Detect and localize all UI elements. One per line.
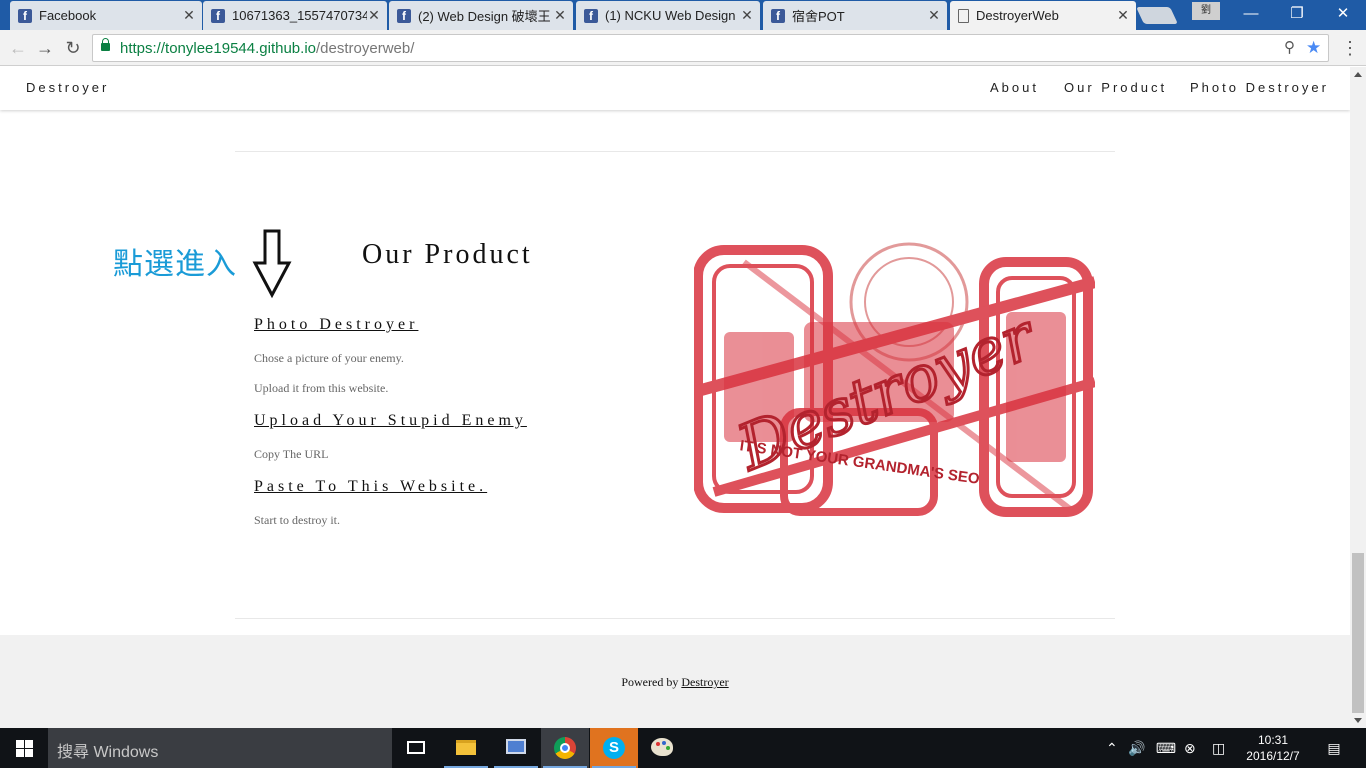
minimize-icon[interactable]: — bbox=[1228, 0, 1274, 28]
tab-title: 10671363_15574707346 bbox=[232, 8, 367, 23]
action-center-icon[interactable]: ▤ bbox=[1324, 740, 1344, 756]
product-description: Copy The URL bbox=[254, 447, 329, 461]
close-tab-icon[interactable]: ✕ bbox=[182, 7, 196, 24]
footer-prefix: Powered by bbox=[621, 675, 682, 689]
volume-icon[interactable]: 🔊 bbox=[1128, 740, 1145, 756]
footer-link[interactable]: Destroyer bbox=[681, 675, 728, 689]
browser-toolbar: ← → ↻ https://tonylee19544.github.io/des… bbox=[0, 30, 1366, 66]
file-explorer-button[interactable] bbox=[442, 728, 490, 768]
product-description: Chose a picture of your enemy. bbox=[254, 351, 404, 365]
start-button[interactable] bbox=[0, 728, 48, 768]
close-tab-icon[interactable]: ✕ bbox=[1116, 7, 1130, 24]
bookmark-star-icon[interactable]: ★ bbox=[1306, 38, 1321, 58]
browser-tab-active[interactable]: DestroyerWeb ✕ bbox=[950, 1, 1136, 30]
tab-title: (1) NCKU Web Design bbox=[605, 8, 736, 23]
down-arrow-icon bbox=[252, 229, 292, 299]
windows-logo-icon bbox=[16, 749, 24, 757]
windows-logo-icon bbox=[25, 740, 33, 748]
folder-icon bbox=[456, 740, 476, 755]
nav-link-photo-destroyer[interactable]: Photo Destroyer bbox=[1190, 80, 1329, 95]
tab-title: 宿舍POT bbox=[792, 9, 845, 24]
scroll-up-icon[interactable] bbox=[1354, 72, 1362, 77]
close-tab-icon[interactable]: ✕ bbox=[553, 7, 567, 24]
chrome-button[interactable] bbox=[541, 728, 589, 768]
section-title: Our Product bbox=[362, 239, 533, 270]
page-scrollbar[interactable] bbox=[1350, 67, 1366, 728]
system-clock[interactable]: 10:31 2016/12/7 bbox=[1238, 732, 1308, 764]
facebook-icon: f bbox=[397, 8, 411, 23]
clock-date: 2016/12/7 bbox=[1246, 749, 1300, 763]
browser-tab[interactable]: f 10671363_15574707346 ✕ bbox=[203, 1, 387, 30]
network-app-button[interactable] bbox=[492, 728, 540, 768]
show-hidden-icons-chevron-icon[interactable]: ⌃ bbox=[1106, 740, 1118, 756]
scroll-down-icon[interactable] bbox=[1354, 718, 1362, 723]
address-bar[interactable]: https://tonylee19544.github.io/destroyer… bbox=[92, 34, 1329, 62]
browser-tab-strip: f Facebook ✕ f 10671363_15574707346 ✕ f … bbox=[0, 0, 1366, 30]
windows-logo-icon bbox=[16, 740, 24, 748]
product-heading-photo-destroyer[interactable]: Photo Destroyer bbox=[254, 316, 418, 334]
divider bbox=[235, 618, 1115, 619]
task-view-icon bbox=[407, 741, 425, 754]
footer-credit: Powered by Destroyer bbox=[0, 675, 1350, 690]
nav-link-about[interactable]: About bbox=[990, 80, 1039, 95]
new-tab-button[interactable] bbox=[1136, 7, 1178, 24]
back-icon[interactable]: ← bbox=[7, 37, 29, 59]
zoom-icon[interactable]: ⚲ bbox=[1284, 38, 1295, 58]
network-error-icon[interactable]: ⊗ bbox=[1184, 740, 1196, 756]
tab-title: Facebook bbox=[39, 8, 97, 23]
taskbar-search-box[interactable]: 搜尋 Windows bbox=[48, 728, 392, 768]
facebook-icon: f bbox=[771, 8, 785, 23]
product-description: Upload it from this website. bbox=[254, 381, 389, 395]
restore-icon[interactable]: ❐ bbox=[1274, 0, 1320, 28]
close-window-icon[interactable]: ✕ bbox=[1320, 0, 1366, 28]
nav-link-our-product[interactable]: Our Product bbox=[1064, 80, 1167, 95]
browser-tab[interactable]: f (1) NCKU Web Design ✕ bbox=[576, 1, 760, 30]
url-text: https://tonylee19544.github.io/destroyer… bbox=[120, 40, 415, 57]
input-method-icon[interactable]: ◫ bbox=[1212, 740, 1225, 756]
windows-taskbar: 搜尋 Windows S ⌃ 🔊 ⌨ ⊗ ◫ 10:31 2016/12/7 ▤ bbox=[0, 728, 1366, 768]
product-heading-paste[interactable]: Paste To This Website. bbox=[254, 478, 487, 496]
destroyer-stamp-image: Destroyer IT'S NOT YOUR GRANDMA'S SEO bbox=[694, 242, 1095, 517]
facebook-icon: f bbox=[18, 8, 32, 23]
skype-icon: S bbox=[603, 737, 625, 759]
facebook-icon: f bbox=[584, 8, 598, 23]
paint-button[interactable] bbox=[638, 728, 686, 768]
windows-logo-icon bbox=[25, 749, 33, 757]
browser-tab[interactable]: f Facebook ✕ bbox=[10, 1, 202, 30]
tab-title: DestroyerWeb bbox=[976, 8, 1059, 23]
product-description: Start to destroy it. bbox=[254, 513, 340, 527]
browser-tab[interactable]: f (2) Web Design 破壞王 ✕ bbox=[389, 1, 573, 30]
clock-time: 10:31 bbox=[1257, 733, 1289, 747]
site-navbar: Destroyer About Our Product Photo Destro… bbox=[0, 67, 1350, 110]
browser-menu-icon[interactable]: ⋮ bbox=[1340, 38, 1360, 58]
close-tab-icon[interactable]: ✕ bbox=[740, 7, 754, 24]
close-tab-icon[interactable]: ✕ bbox=[367, 7, 381, 24]
search-placeholder: 搜尋 Windows bbox=[57, 744, 159, 761]
forward-icon[interactable]: → bbox=[34, 37, 56, 59]
profile-button[interactable]: 劉 bbox=[1192, 2, 1220, 20]
skype-button[interactable]: S bbox=[590, 728, 638, 768]
close-tab-icon[interactable]: ✕ bbox=[927, 7, 941, 24]
annotation-text: 點選進入 bbox=[113, 247, 237, 282]
computer-icon bbox=[506, 739, 526, 754]
keyboard-icon[interactable]: ⌨ bbox=[1154, 740, 1178, 756]
reload-icon[interactable]: ↻ bbox=[62, 37, 84, 59]
scrollbar-thumb[interactable] bbox=[1352, 553, 1364, 713]
page-viewport: Destroyer About Our Product Photo Destro… bbox=[0, 67, 1350, 728]
site-footer: Powered by Destroyer bbox=[0, 635, 1350, 728]
browser-tab[interactable]: f 宿舍POT ✕ bbox=[763, 1, 947, 30]
page-icon bbox=[958, 8, 969, 23]
task-view-button[interactable] bbox=[392, 728, 440, 768]
product-heading-upload[interactable]: Upload Your Stupid Enemy bbox=[254, 412, 527, 430]
facebook-icon: f bbox=[211, 8, 225, 23]
tab-title: (2) Web Design 破壞王 bbox=[418, 9, 551, 24]
site-brand[interactable]: Destroyer bbox=[26, 80, 109, 95]
divider bbox=[235, 151, 1115, 152]
lock-icon bbox=[101, 38, 110, 51]
